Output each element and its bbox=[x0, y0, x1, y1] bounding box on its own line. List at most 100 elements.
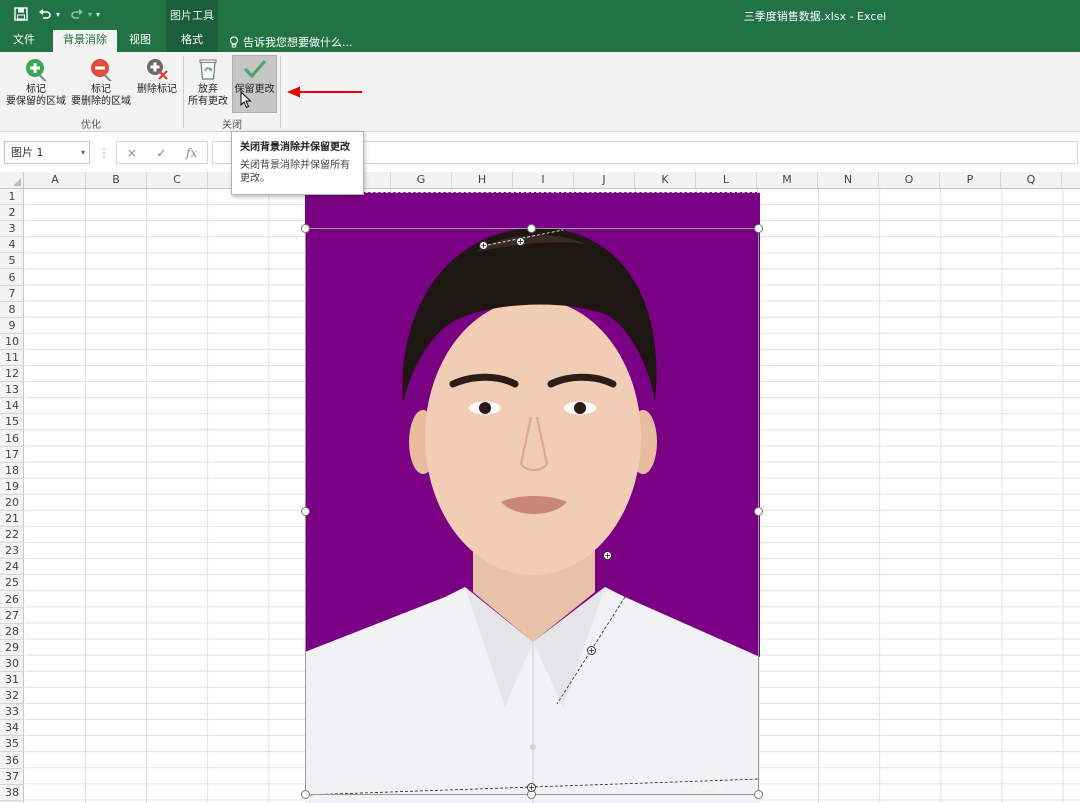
resize-handle-bottom-left[interactable] bbox=[301, 790, 310, 799]
row-header[interactable]: 14 bbox=[0, 398, 24, 415]
resize-handle-top[interactable] bbox=[527, 224, 536, 233]
keep-mark-icon[interactable]: + bbox=[516, 237, 525, 246]
keep-mark-icon[interactable]: + bbox=[603, 551, 612, 560]
row-header[interactable]: 6 bbox=[0, 270, 24, 286]
keep-changes-tooltip: 关闭背景消除并保留更改 关闭背景消除并保留所有更改。 bbox=[231, 131, 364, 195]
row-header[interactable]: 5 bbox=[0, 253, 24, 270]
group-separator bbox=[280, 56, 281, 128]
discard-changes-button[interactable]: 放弃 所有更改 bbox=[186, 56, 230, 108]
row-header[interactable]: 4 bbox=[0, 237, 24, 254]
row-header[interactable]: 1 bbox=[0, 189, 24, 205]
customize-icon[interactable]: ▾ bbox=[96, 10, 100, 19]
keep-mark-icon[interactable]: + bbox=[527, 783, 536, 792]
name-box[interactable]: 图片 1 ▾ bbox=[4, 141, 90, 164]
column-header-l[interactable]: L bbox=[696, 172, 757, 188]
row-headers: 1 2 3 4 5 6 7 8 9 10 11 12 13 14 15 16 17 18 19 20 21 22 23 24 2… bbox=[0, 189, 24, 803]
undo-icon[interactable] bbox=[34, 4, 56, 24]
tab-format[interactable]: 格式 bbox=[166, 30, 218, 52]
picture-outer-bounds bbox=[305, 192, 760, 194]
mark-remove-line2: 要删除的区域 bbox=[71, 96, 131, 107]
column-header-p[interactable]: P bbox=[940, 172, 1001, 188]
row-header[interactable]: 28 bbox=[0, 624, 24, 640]
column-header-i[interactable]: I bbox=[513, 172, 574, 188]
keep-mark-icon[interactable]: + bbox=[587, 646, 596, 655]
row-header[interactable]: 29 bbox=[0, 640, 24, 656]
mark-remove-button[interactable]: 标记 要删除的区域 bbox=[69, 56, 133, 108]
row-header[interactable]: 26 bbox=[0, 592, 24, 608]
tab-background-removal[interactable]: 背景消除 bbox=[53, 30, 117, 52]
tooltip-description: 关闭背景消除并保留所有更改。 bbox=[240, 160, 350, 184]
name-box-dropdown-icon[interactable]: ▾ bbox=[81, 142, 85, 163]
column-header-o[interactable]: O bbox=[879, 172, 940, 188]
row-header[interactable]: 33 bbox=[0, 704, 24, 721]
column-header-b[interactable]: B bbox=[86, 172, 147, 188]
row-header[interactable]: 7 bbox=[0, 286, 24, 302]
row-header[interactable]: 10 bbox=[0, 334, 24, 350]
tab-view[interactable]: 视图 bbox=[120, 30, 160, 52]
delete-mark-button[interactable]: 删除标记 bbox=[134, 56, 180, 96]
row-header[interactable]: 2 bbox=[0, 205, 24, 222]
row-header[interactable]: 19 bbox=[0, 479, 24, 495]
column-header-a[interactable]: A bbox=[25, 172, 86, 188]
plus-marker-icon bbox=[26, 59, 47, 81]
tell-me-box[interactable]: 告诉我您想要做什么... bbox=[229, 34, 353, 50]
row-header[interactable]: 18 bbox=[0, 463, 24, 479]
redo-icon[interactable] bbox=[66, 4, 88, 24]
column-header-c[interactable]: C bbox=[147, 172, 208, 188]
resize-handle-top-right[interactable] bbox=[754, 224, 763, 233]
formula-bar-buttons: × ✓ fx bbox=[116, 141, 208, 164]
undo-dropdown-icon[interactable]: ▾ bbox=[56, 10, 60, 19]
column-header-g[interactable]: G bbox=[391, 172, 452, 188]
row-header[interactable]: 3 bbox=[0, 221, 24, 238]
row-header[interactable]: 11 bbox=[0, 350, 24, 366]
resize-handle-top-left[interactable] bbox=[301, 224, 310, 233]
row-header[interactable]: 17 bbox=[0, 447, 24, 463]
row-header[interactable]: 23 bbox=[0, 543, 24, 560]
row-header[interactable]: 15 bbox=[0, 414, 24, 431]
column-header-k[interactable]: K bbox=[635, 172, 696, 188]
row-header[interactable]: 34 bbox=[0, 720, 24, 737]
column-header-n[interactable]: N bbox=[818, 172, 879, 188]
formula-bar-grip-icon[interactable]: ⋮ bbox=[98, 146, 110, 160]
row-header[interactable]: 24 bbox=[0, 559, 24, 576]
resize-handle-bottom-right[interactable] bbox=[754, 790, 763, 799]
resize-handle-right[interactable] bbox=[754, 507, 763, 516]
enter-icon[interactable]: ✓ bbox=[156, 146, 166, 160]
tooltip-title: 关闭背景消除并保留更改 bbox=[240, 142, 350, 153]
row-header[interactable]: 21 bbox=[0, 511, 24, 527]
column-header-j[interactable]: J bbox=[574, 172, 635, 188]
row-header[interactable]: 38 bbox=[0, 785, 24, 801]
cancel-icon[interactable]: × bbox=[127, 146, 137, 160]
row-header[interactable]: 36 bbox=[0, 753, 24, 769]
redo-dropdown-icon[interactable]: ▾ bbox=[88, 10, 92, 19]
row-header[interactable]: 20 bbox=[0, 495, 24, 511]
row-header[interactable]: 16 bbox=[0, 431, 24, 447]
resize-handle-left[interactable] bbox=[301, 507, 310, 516]
select-all-corner[interactable] bbox=[0, 172, 24, 188]
row-header[interactable]: 8 bbox=[0, 302, 24, 318]
row-header[interactable]: 12 bbox=[0, 366, 24, 383]
tell-me-text: 告诉我您想要做什么... bbox=[243, 36, 353, 49]
row-header[interactable]: 31 bbox=[0, 672, 24, 688]
column-header-h[interactable]: H bbox=[452, 172, 513, 188]
row-header[interactable]: 32 bbox=[0, 688, 24, 705]
row-header[interactable]: 30 bbox=[0, 656, 24, 672]
insert-function-icon[interactable]: fx bbox=[186, 146, 197, 160]
group-label-refine: 优化 bbox=[81, 120, 101, 131]
row-header[interactable]: 37 bbox=[0, 769, 24, 785]
keep-mark-icon[interactable]: + bbox=[479, 241, 488, 250]
save-icon[interactable] bbox=[10, 4, 32, 24]
tab-file[interactable]: 文件 bbox=[4, 30, 44, 52]
row-header[interactable]: 9 bbox=[0, 318, 24, 334]
column-header-q[interactable]: Q bbox=[1001, 172, 1062, 188]
row-header[interactable]: 13 bbox=[0, 382, 24, 399]
row-header[interactable]: 25 bbox=[0, 575, 24, 592]
row-header[interactable]: 27 bbox=[0, 608, 24, 624]
mark-keep-button[interactable]: 标记 要保留的区域 bbox=[4, 56, 68, 108]
keep-changes-button[interactable]: 保留更改 bbox=[232, 55, 277, 113]
column-header-m[interactable]: M bbox=[757, 172, 818, 188]
row-header[interactable]: 22 bbox=[0, 527, 24, 544]
group-label-close: 关闭 bbox=[222, 120, 242, 131]
row-header[interactable]: 35 bbox=[0, 736, 24, 753]
document-title: 三季度销售数据.xlsx - Excel bbox=[743, 10, 887, 23]
